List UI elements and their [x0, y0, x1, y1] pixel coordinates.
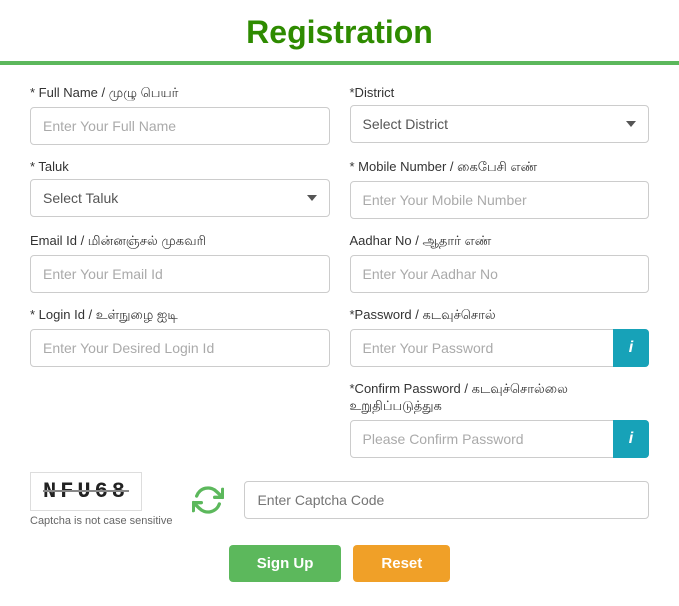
taluk-select[interactable]: Select Taluk [30, 179, 330, 217]
confirm-password-info-icon[interactable]: i [613, 420, 649, 458]
mobile-input[interactable] [350, 181, 650, 219]
captcha-row: NFU68 Captcha is not case sensitive [30, 472, 649, 527]
full-name-input[interactable] [30, 107, 330, 145]
captcha-input-group [244, 481, 649, 519]
page-title: Registration [0, 14, 679, 51]
login-id-label: * Login Id / உள்நுழை ஐடி [30, 307, 330, 324]
password-info-icon[interactable]: i [613, 329, 649, 367]
confirm-password-input-wrapper: i [350, 420, 650, 458]
page-header: Registration [0, 0, 679, 65]
captcha-refresh-button[interactable] [192, 484, 224, 516]
full-name-group: * Full Name / முழு பெயர் [30, 85, 330, 145]
email-label: Email Id / மின்னஞ்சல் முகவரி [30, 233, 330, 250]
row-loginid-password: * Login Id / உள்நுழை ஐடி *Password / கடவ… [30, 307, 649, 367]
captcha-hint: Captcha is not case sensitive [30, 515, 172, 527]
email-input[interactable] [30, 255, 330, 293]
signup-button[interactable]: Sign Up [229, 545, 342, 582]
confirm-password-label: *Confirm Password / கடவுச்சொல்லை உறுதிப்… [350, 381, 650, 415]
taluk-label: * Taluk [30, 159, 330, 174]
district-group: *District Select District [350, 85, 650, 145]
row-email-aadhar: Email Id / மின்னஞ்சல் முகவரி Aadhar No /… [30, 233, 649, 293]
mobile-group: * Mobile Number / கைபேசி எண் [350, 159, 650, 219]
password-label: *Password / கடவுச்சொல் [350, 307, 650, 324]
captcha-display: NFU68 Captcha is not case sensitive [30, 472, 172, 527]
aadhar-label: Aadhar No / ஆதார் எண் [350, 233, 650, 250]
login-id-input[interactable] [30, 329, 330, 367]
mobile-label: * Mobile Number / கைபேசி எண் [350, 159, 650, 176]
district-select[interactable]: Select District [350, 105, 650, 143]
password-group: *Password / கடவுச்சொல் i [350, 307, 650, 367]
password-input[interactable] [350, 329, 650, 367]
login-id-group: * Login Id / உள்நுழை ஐடி [30, 307, 330, 367]
email-group: Email Id / மின்னஞ்சல் முகவரி [30, 233, 330, 293]
confirm-password-input[interactable] [350, 420, 650, 458]
taluk-group: * Taluk Select Taluk [30, 159, 330, 219]
district-label: *District [350, 85, 650, 100]
reset-button[interactable]: Reset [353, 545, 450, 582]
captcha-input[interactable] [244, 481, 649, 519]
password-input-wrapper: i [350, 329, 650, 367]
aadhar-input[interactable] [350, 255, 650, 293]
registration-form: * Full Name / முழு பெயர் *District Selec… [0, 65, 679, 606]
full-name-label: * Full Name / முழு பெயர் [30, 85, 330, 102]
confirm-password-group: *Confirm Password / கடவுச்சொல்லை உறுதிப்… [350, 381, 650, 458]
row-name-district: * Full Name / முழு பெயர் *District Selec… [30, 85, 649, 145]
button-row: Sign Up Reset [30, 545, 649, 582]
aadhar-group: Aadhar No / ஆதார் எண் [350, 233, 650, 293]
row-taluk-mobile: * Taluk Select Taluk * Mobile Number / க… [30, 159, 649, 219]
spacer-group [30, 381, 330, 458]
captcha-code: NFU68 [30, 472, 142, 511]
row-confirm-password: *Confirm Password / கடவுச்சொல்லை உறுதிப்… [30, 381, 649, 458]
